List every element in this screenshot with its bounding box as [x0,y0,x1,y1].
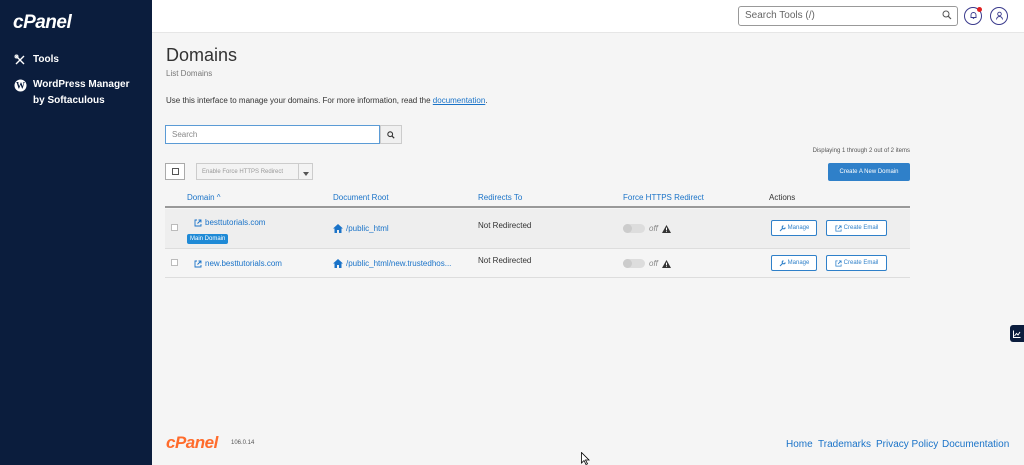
sidebar-item-wordpress-manager[interactable]: W WordPress Manager by Softaculous [13,77,143,109]
chart-icon [1013,325,1021,343]
external-link-icon [835,224,842,232]
column-domain-label: Domain ^ [187,193,221,202]
domain-name: besttutorials.com [205,218,266,227]
https-redirect-dropdown[interactable] [299,163,313,180]
notifications-button[interactable] [964,7,982,25]
intro-text-body: Use this interface to manage your domain… [166,96,433,105]
row-checkbox[interactable] [171,259,178,266]
create-email-label: Create Email [843,260,879,266]
footer-version: 106.0.14 [231,440,255,446]
warning-icon [661,224,671,233]
page-subtitle: List Domains [166,69,213,78]
footer-link-trademarks[interactable]: Trademarks [818,439,871,450]
user-menu-button[interactable] [990,7,1008,25]
home-icon [333,224,343,233]
https-toggle[interactable]: off [623,259,671,268]
warning-icon [661,259,671,268]
side-panel-toggle[interactable] [1010,325,1024,342]
external-link-icon [194,260,202,268]
search-tools-placeholder: Search Tools (/) [745,10,815,21]
wrench-icon [779,259,786,267]
footer-link-privacy-policy[interactable]: Privacy Policy [876,439,938,450]
toggle-knob [623,224,632,233]
search-icon[interactable] [942,10,952,23]
manage-label: Manage [787,225,810,231]
column-domain[interactable]: Domain ^ [187,193,221,202]
intro-text: Use this interface to manage your domain… [166,96,488,105]
mouse-cursor-icon [581,451,591,465]
document-root-path: /public_html [346,224,389,233]
tools-icon [13,53,27,67]
intro-text-end: . [485,96,488,105]
page-title: Domains [166,45,238,65]
home-icon [333,259,343,268]
toggle-state: off [649,259,658,268]
domain-name: new.besttutorials.com [205,259,282,268]
create-email-button[interactable]: Create Email [826,220,887,236]
display-count: Displaying 1 through 2 out of 2 items [812,148,910,154]
document-root-path: /public_html/new.trustedhos... [346,259,452,268]
redirects-to-value: Not Redirected [478,256,532,265]
table-header: Domain ^ Document Root Redirects To Forc… [165,189,910,208]
manage-label: Manage [787,260,810,266]
document-root-link[interactable]: /public_html [333,224,389,233]
https-toggle[interactable]: off [623,224,671,233]
column-force-https[interactable]: Force HTTPS Redirect [623,193,704,202]
column-actions: Actions [769,193,796,202]
checkbox-box [171,168,179,175]
toggle-state: off [649,224,658,233]
manage-button[interactable]: Manage [771,255,817,271]
domain-link[interactable]: new.besttutorials.com [194,259,282,268]
document-root-link[interactable]: /public_html/new.trustedhos... [333,259,451,268]
domain-search-button[interactable] [380,125,402,144]
redirects-to-value: Not Redirected [478,221,532,230]
create-new-domain-button[interactable]: Create A New Domain [828,163,910,181]
create-email-label: Create Email [843,225,879,231]
manage-button[interactable]: Manage [771,220,817,236]
column-document-root[interactable]: Document Root [333,193,389,202]
enable-https-redirect-button[interactable]: Enable Force HTTPS Redirect [196,163,299,180]
top-header: Search Tools (/) [152,0,1024,33]
domain-search-input[interactable]: Search [165,125,380,144]
cpanel-logo[interactable]: cPanel [13,12,72,34]
table-row: besttutorials.com Main Domain /public_ht… [165,209,910,249]
wrench-icon [779,224,786,232]
sidebar-item-label: Tools [33,54,59,65]
toggle-track [623,259,645,268]
notification-dot [977,7,982,12]
sidebar: cPanel Tools W WordPress Manager by Soft… [0,0,152,465]
column-redirects-to[interactable]: Redirects To [478,193,522,202]
toggle-track [623,224,645,233]
documentation-link[interactable]: documentation [433,96,485,105]
table-row: new.besttutorials.com /public_html/new.t… [165,249,910,278]
create-email-button[interactable]: Create Email [826,255,887,271]
caret-down-icon [302,163,309,181]
footer-link-home[interactable]: Home [786,439,813,450]
search-tools-input[interactable]: Search Tools (/) [738,6,958,26]
wordpress-icon: W [13,78,27,92]
sidebar-item-label: WordPress Manager by Softaculous [33,79,130,106]
svg-text:W: W [16,80,25,90]
external-link-icon [835,259,842,267]
row-checkbox[interactable] [171,224,178,231]
footer-link-documentation[interactable]: Documentation [942,439,1009,450]
select-all-checkbox[interactable] [165,163,185,180]
sidebar-item-tools[interactable]: Tools [13,52,59,68]
user-icon [995,7,1004,25]
footer-cpanel-logo: cPanel [166,433,218,452]
main-domain-badge: Main Domain [187,234,229,244]
external-link-icon [194,219,202,227]
toggle-knob [623,259,632,268]
search-icon [387,126,395,144]
domain-search-placeholder: Search [172,130,198,139]
domain-link[interactable]: besttutorials.com [194,218,265,227]
